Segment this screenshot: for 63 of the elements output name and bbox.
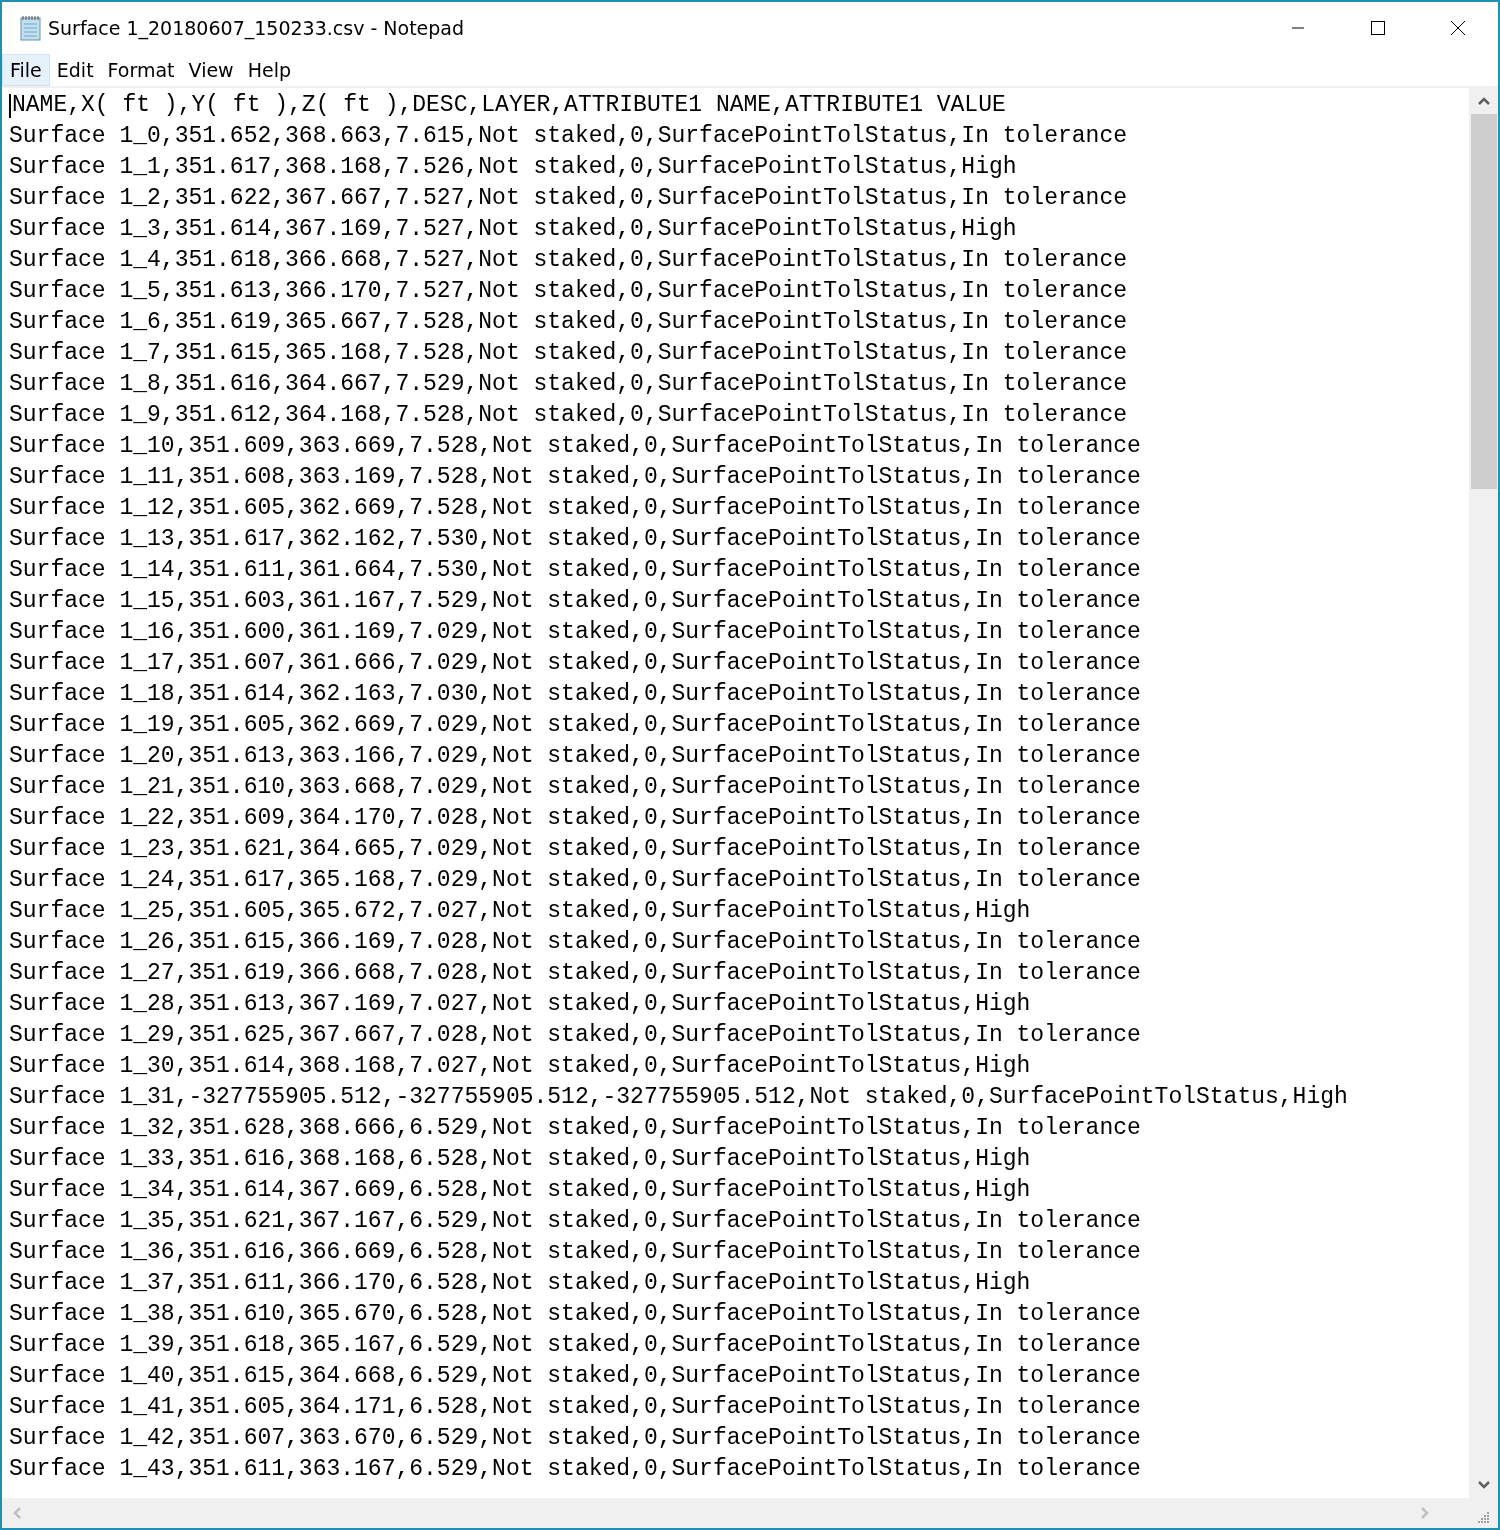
text-line: Surface 1_21,351.610,363.668,7.029,Not staked,0,SurfacePointTolStatus,In tolerance bbox=[9, 773, 1141, 802]
scroll-right-icon[interactable] bbox=[1420, 1506, 1430, 1520]
text-line: Surface 1_19,351.605,362.669,7.029,Not staked,0,SurfacePointTolStatus,In tolerance bbox=[9, 711, 1141, 740]
text-line: Surface 1_5,351.613,366.170,7.527,Not staked,0,SurfacePointTolStatus,In tolerance bbox=[9, 277, 1127, 306]
text-line: Surface 1_4,351.618,366.668,7.527,Not staked,0,SurfacePointTolStatus,In tolerance bbox=[9, 246, 1127, 275]
resize-grip-icon[interactable] bbox=[1478, 1512, 1490, 1524]
text-line: Surface 1_41,351.605,364.171,6.528,Not staked,0,SurfacePointTolStatus,In tolerance bbox=[9, 1393, 1141, 1422]
menu-item[interactable]: Format bbox=[100, 54, 182, 86]
scroll-down-icon[interactable] bbox=[1476, 1480, 1491, 1490]
menu-item[interactable]: View bbox=[181, 54, 241, 86]
text-line: Surface 1_14,351.611,361.664,7.530,Not staked,0,SurfacePointTolStatus,In tolerance bbox=[9, 556, 1141, 585]
menu-item[interactable]: Help bbox=[240, 54, 298, 86]
notepad-icon bbox=[18, 15, 42, 41]
text-line: Surface 1_24,351.617,365.168,7.029,Not staked,0,SurfacePointTolStatus,In tolerance bbox=[9, 866, 1141, 895]
minimize-icon bbox=[1292, 27, 1304, 29]
text-line: Surface 1_17,351.607,361.666,7.029,Not staked,0,SurfacePointTolStatus,In tolerance bbox=[9, 649, 1141, 678]
text-line: Surface 1_37,351.611,366.170,6.528,Not staked,0,SurfacePointTolStatus,High bbox=[9, 1269, 1031, 1298]
text-line: Surface 1_40,351.615,364.668,6.529,Not staked,0,SurfacePointTolStatus,In tolerance bbox=[9, 1362, 1141, 1391]
window-title: Surface 1_20180607_150233.csv - Notepad bbox=[48, 17, 465, 39]
text-line: Surface 1_8,351.616,364.667,7.529,Not staked,0,SurfacePointTolStatus,In tolerance bbox=[9, 370, 1127, 399]
text-line: Surface 1_35,351.621,367.167,6.529,Not staked,0,SurfacePointTolStatus,In tolerance bbox=[9, 1207, 1141, 1236]
text-line: Surface 1_12,351.605,362.669,7.528,Not staked,0,SurfacePointTolStatus,In tolerance bbox=[9, 494, 1141, 523]
text-line: Surface 1_3,351.614,367.169,7.527,Not staked,0,SurfacePointTolStatus,High bbox=[9, 215, 1017, 244]
vertical-scrollbar[interactable] bbox=[1469, 88, 1498, 1498]
text-line: Surface 1_32,351.628,368.666,6.529,Not staked,0,SurfacePointTolStatus,In tolerance bbox=[9, 1114, 1141, 1143]
scroll-left-icon[interactable] bbox=[12, 1506, 22, 1520]
text-line: Surface 1_27,351.619,366.668,7.028,Not staked,0,SurfacePointTolStatus,In tolerance bbox=[9, 959, 1141, 988]
text-line: Surface 1_20,351.613,363.166,7.029,Not staked,0,SurfacePointTolStatus,In tolerance bbox=[9, 742, 1141, 771]
text-line: Surface 1_0,351.652,368.663,7.615,Not staked,0,SurfacePointTolStatus,In tolerance bbox=[9, 122, 1127, 151]
text-line: NAME,X( ft ),Y( ft ),Z( ft ),DESC,LAYER,ATTRIBUTE1 NAME,ATTRIBUTE1 VALUE bbox=[12, 91, 1006, 120]
text-line: Surface 1_33,351.616,368.168,6.528,Not staked,0,SurfacePointTolStatus,High bbox=[9, 1145, 1031, 1174]
text-line: Surface 1_34,351.614,367.669,6.528,Not staked,0,SurfacePointTolStatus,High bbox=[9, 1176, 1031, 1205]
scroll-up-icon[interactable] bbox=[1476, 96, 1491, 106]
text-line: Surface 1_23,351.621,364.665,7.029,Not staked,0,SurfacePointTolStatus,In tolerance bbox=[9, 835, 1141, 864]
text-line: Surface 1_13,351.617,362.162,7.530,Not staked,0,SurfacePointTolStatus,In tolerance bbox=[9, 525, 1141, 554]
scrollbar-thumb[interactable] bbox=[1470, 114, 1497, 489]
text-line: Surface 1_29,351.625,367.667,7.028,Not staked,0,SurfacePointTolStatus,In tolerance bbox=[9, 1021, 1141, 1050]
text-line: Surface 1_11,351.608,363.169,7.528,Not staked,0,SurfacePointTolStatus,In tolerance bbox=[9, 463, 1141, 492]
text-line: Surface 1_26,351.615,366.169,7.028,Not staked,0,SurfacePointTolStatus,In tolerance bbox=[9, 928, 1141, 957]
text-line: Surface 1_16,351.600,361.169,7.029,Not staked,0,SurfacePointTolStatus,In tolerance bbox=[9, 618, 1141, 647]
maximize-icon bbox=[1370, 20, 1386, 36]
text-line: Surface 1_22,351.609,364.170,7.028,Not staked,0,SurfacePointTolStatus,In tolerance bbox=[9, 804, 1141, 833]
close-icon bbox=[1450, 20, 1466, 36]
text-line: Surface 1_28,351.613,367.169,7.027,Not staked,0,SurfacePointTolStatus,High bbox=[9, 990, 1031, 1019]
text-cursor bbox=[9, 93, 11, 118]
text-line: Surface 1_15,351.603,361.167,7.529,Not staked,0,SurfacePointTolStatus,In tolerance bbox=[9, 587, 1141, 616]
text-line: Surface 1_9,351.612,364.168,7.528,Not staked,0,SurfacePointTolStatus,In tolerance bbox=[9, 401, 1127, 430]
text-line: Surface 1_38,351.610,365.670,6.528,Not staked,0,SurfacePointTolStatus,In tolerance bbox=[9, 1300, 1141, 1329]
text-line: Surface 1_30,351.614,368.168,7.027,Not staked,0,SurfacePointTolStatus,High bbox=[9, 1052, 1031, 1081]
text-line: Surface 1_1,351.617,368.168,7.526,Not staked,0,SurfacePointTolStatus,High bbox=[9, 153, 1017, 182]
text-line: Surface 1_42,351.607,363.670,6.529,Not staked,0,SurfacePointTolStatus,In tolerance bbox=[9, 1424, 1141, 1453]
menu-item[interactable]: Edit bbox=[49, 54, 101, 86]
text-line: Surface 1_25,351.605,365.672,7.027,Not staked,0,SurfacePointTolStatus,High bbox=[9, 897, 1031, 926]
text-line: Surface 1_7,351.615,365.168,7.528,Not staked,0,SurfacePointTolStatus,In tolerance bbox=[9, 339, 1127, 368]
menu-item[interactable]: File bbox=[2, 54, 50, 86]
text-line: Surface 1_43,351.611,363.167,6.529,Not staked,0,SurfacePointTolStatus,In tolerance bbox=[9, 1455, 1141, 1484]
text-line: Surface 1_18,351.614,362.163,7.030,Not staked,0,SurfacePointTolStatus,In tolerance bbox=[9, 680, 1141, 709]
text-line: Surface 1_31,-327755905.512,-327755905.512,-327755905.512,Not staked,0,SurfacePointTolStatus,High bbox=[9, 1083, 1348, 1112]
text-line: Surface 1_2,351.622,367.667,7.527,Not staked,0,SurfacePointTolStatus,In tolerance bbox=[9, 184, 1127, 213]
text-line: Surface 1_6,351.619,365.667,7.528,Not staked,0,SurfacePointTolStatus,In tolerance bbox=[9, 308, 1127, 337]
text-line: Surface 1_39,351.618,365.167,6.529,Not staked,0,SurfacePointTolStatus,In tolerance bbox=[9, 1331, 1141, 1360]
text-line: Surface 1_10,351.609,363.669,7.528,Not staked,0,SurfacePointTolStatus,In tolerance bbox=[9, 432, 1141, 461]
text-line: Surface 1_36,351.616,366.669,6.528,Not staked,0,SurfacePointTolStatus,In tolerance bbox=[9, 1238, 1141, 1267]
